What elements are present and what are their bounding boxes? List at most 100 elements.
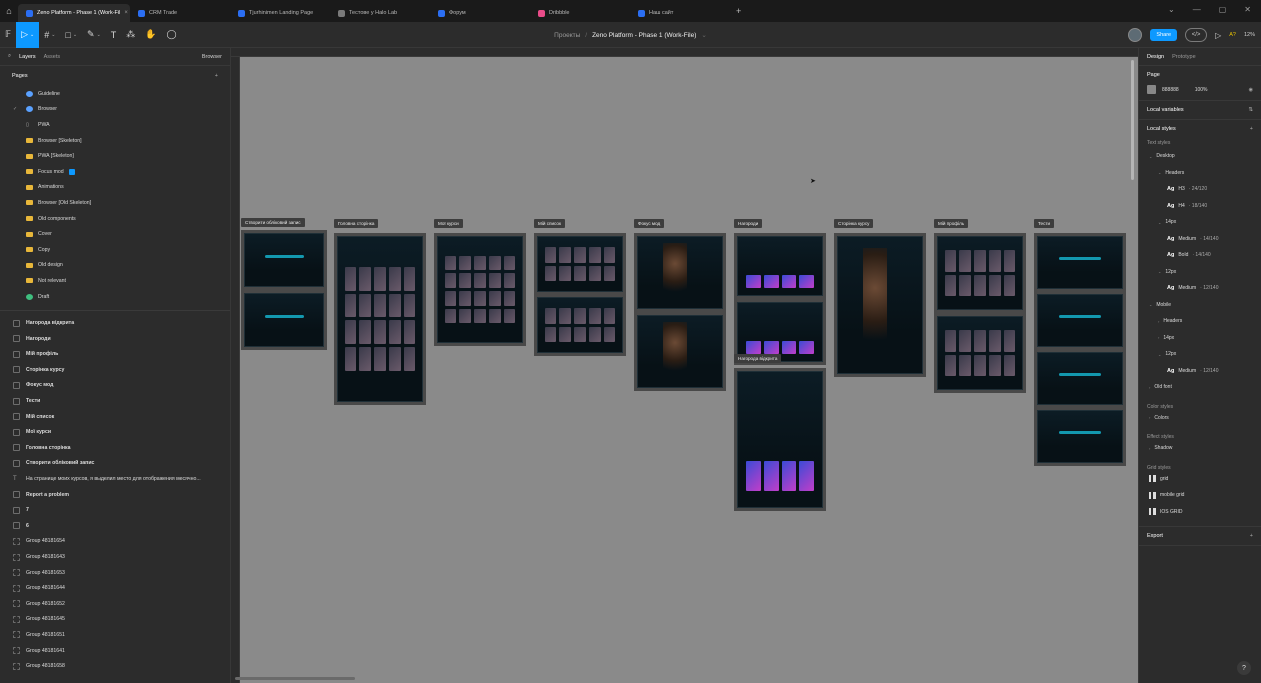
style-group-label[interactable]: 12px [1165,351,1176,357]
frame-label[interactable]: Нагороди [734,219,763,228]
text-style-row[interactable]: ⌄ Headers [1147,165,1253,182]
text-style-name[interactable]: Bold [1178,252,1188,258]
text-style-row[interactable]: Ag Medium · 12/140 [1147,280,1253,297]
screen-thumbnail[interactable] [737,371,823,508]
frame-label[interactable]: Головна сторінка [334,219,379,228]
page-item[interactable]: Draft [0,289,230,305]
page-opacity-value[interactable]: 100% [1195,87,1208,93]
text-style-name[interactable]: Medium [1178,285,1196,291]
text-style-row[interactable]: › 14px [1147,330,1253,347]
chevron-right-icon[interactable]: › [1158,319,1159,324]
close-icon[interactable]: ✕ [1244,5,1251,14]
page-item[interactable]: Cover [0,226,230,242]
page-label[interactable]: Draft [38,294,49,300]
layer-row[interactable]: 7 [0,502,230,518]
page-label[interactable]: Cover [38,231,52,237]
grid-style-row[interactable]: grid [1147,471,1253,488]
layer-label[interactable]: Тести [26,398,40,404]
page-label[interactable]: Browser [Old Skeleton] [38,200,91,206]
page-item[interactable]: Guideline [0,86,230,102]
local-variables-label[interactable]: Local variables [1147,107,1184,113]
chevron-down-icon[interactable]: ⌄ [1149,302,1152,307]
colors-label[interactable]: Colors [1154,415,1168,421]
layer-label[interactable]: Мій список [26,414,54,420]
move-tool-icon[interactable]: ▷ ⌄ [16,21,40,48]
page-color-value[interactable]: 888888 [1162,87,1179,93]
add-export-icon[interactable]: + [1250,533,1253,539]
style-group-label[interactable]: Desktop [1156,153,1174,159]
layer-row[interactable]: Створити обліковий запис [0,456,230,472]
layer-row[interactable]: Мої курси [0,424,230,440]
layer-row[interactable]: Group 48181652 [0,596,230,612]
page-label[interactable]: Browser [38,106,57,112]
style-group-label[interactable]: 12px [1165,269,1176,275]
screen-thumbnail[interactable] [737,302,823,362]
present-icon[interactable]: ▷ [1215,31,1221,40]
page-item[interactable]: Copy [0,242,230,258]
avatar[interactable] [1128,28,1143,42]
page-item[interactable]: Browser [Skeleton] [0,133,230,149]
eye-icon[interactable]: ◉ [1249,87,1253,93]
canvas[interactable]: Створити обліковий запис Головна сторінка… [231,48,1138,683]
frame-label[interactable]: Мій список [534,219,565,228]
export-section[interactable]: Export + [1139,526,1261,546]
page-label[interactable]: PWA [38,122,50,128]
sliders-icon[interactable]: ⇅ [1248,107,1253,113]
layer-label[interactable]: Створити обліковий запис [26,460,94,466]
shape-tool-icon[interactable]: □ ⌄ [60,22,82,48]
layer-label[interactable]: Нагорода відкрита [26,320,74,326]
breadcrumb-project[interactable]: Проекты [554,32,580,39]
frame-tool-icon[interactable]: # ⌄ [39,22,60,48]
screen-thumbnail[interactable] [937,236,1023,310]
page-label[interactable]: PWA [Skeleton] [38,153,74,159]
layer-label[interactable]: 7 [26,507,29,513]
layer-row[interactable]: Group 48181654 [0,534,230,550]
local-variables-section[interactable]: Local variables ⇅ [1139,101,1261,120]
screen-thumbnail[interactable] [244,233,324,287]
style-group-label[interactable]: Headers [1163,318,1182,324]
close-icon[interactable]: × [124,10,128,16]
layer-label[interactable]: Мій профіль [26,351,58,357]
screen-thumbnail[interactable] [537,236,623,292]
screen-thumbnail[interactable] [1037,294,1123,347]
new-tab-button[interactable]: + [736,6,741,16]
local-variables-row[interactable]: Local variables ⇅ [1147,107,1253,113]
export-label[interactable]: Export [1147,533,1163,539]
chevron-down-icon[interactable]: ⌄ [1168,5,1175,14]
page-fill-row[interactable]: 888888 100% ◉ [1147,85,1253,94]
layer-row[interactable]: Тести [0,393,230,409]
grid-style-row[interactable]: mobile grid [1147,487,1253,504]
dev-mode-toggle[interactable]: </> [1185,28,1208,42]
page-item[interactable]: Old design [0,258,230,274]
grid-style-name[interactable]: grid [1160,476,1168,482]
pen-tool-icon[interactable]: ✎ ⌄ [82,22,106,48]
chevron-down-icon[interactable]: ⌄ [1158,220,1161,225]
comment-tool-icon[interactable]: ◯ [162,22,182,48]
chevron-down-icon[interactable]: ⌄ [30,32,34,38]
chevron-right-icon[interactable]: › [1158,335,1159,340]
browser-tab[interactable]: CRM Trade [130,4,230,22]
layer-label[interactable]: Group 48181652 [26,601,65,607]
layer-label[interactable]: Мої курси [26,429,51,435]
chevron-down-icon[interactable]: ⌄ [1158,170,1161,175]
layer-row[interactable]: Нагороди [0,331,230,347]
tab-design[interactable]: Design [1147,54,1164,60]
maximize-icon[interactable]: ▢ [1219,5,1227,14]
screen-thumbnail[interactable] [537,297,623,353]
chevron-down-icon[interactable]: ⌄ [1149,154,1152,159]
vertical-scrollbar[interactable] [1131,60,1134,180]
page-label[interactable]: Guideline [38,91,60,97]
text-style-row[interactable]: ⌄ Mobile [1147,297,1253,314]
main-menu-icon[interactable]: 𝔽 [0,22,16,48]
layer-label[interactable]: Сторінка курсу [26,367,64,373]
layer-row[interactable]: Group 48181643 [0,549,230,565]
effect-group-row[interactable]: › Shadow [1147,440,1253,457]
text-style-row[interactable]: ⌄ 12px [1147,264,1253,281]
browser-tab[interactable]: Наш сайт [630,4,730,22]
chevron-right-icon[interactable]: › [1149,446,1150,451]
page-color-swatch[interactable] [1147,85,1156,94]
screen-thumbnail[interactable] [244,293,324,347]
screen-thumbnail[interactable] [737,236,823,296]
screen-thumbnail[interactable] [937,316,1023,390]
help-button[interactable]: ? [1237,661,1251,675]
